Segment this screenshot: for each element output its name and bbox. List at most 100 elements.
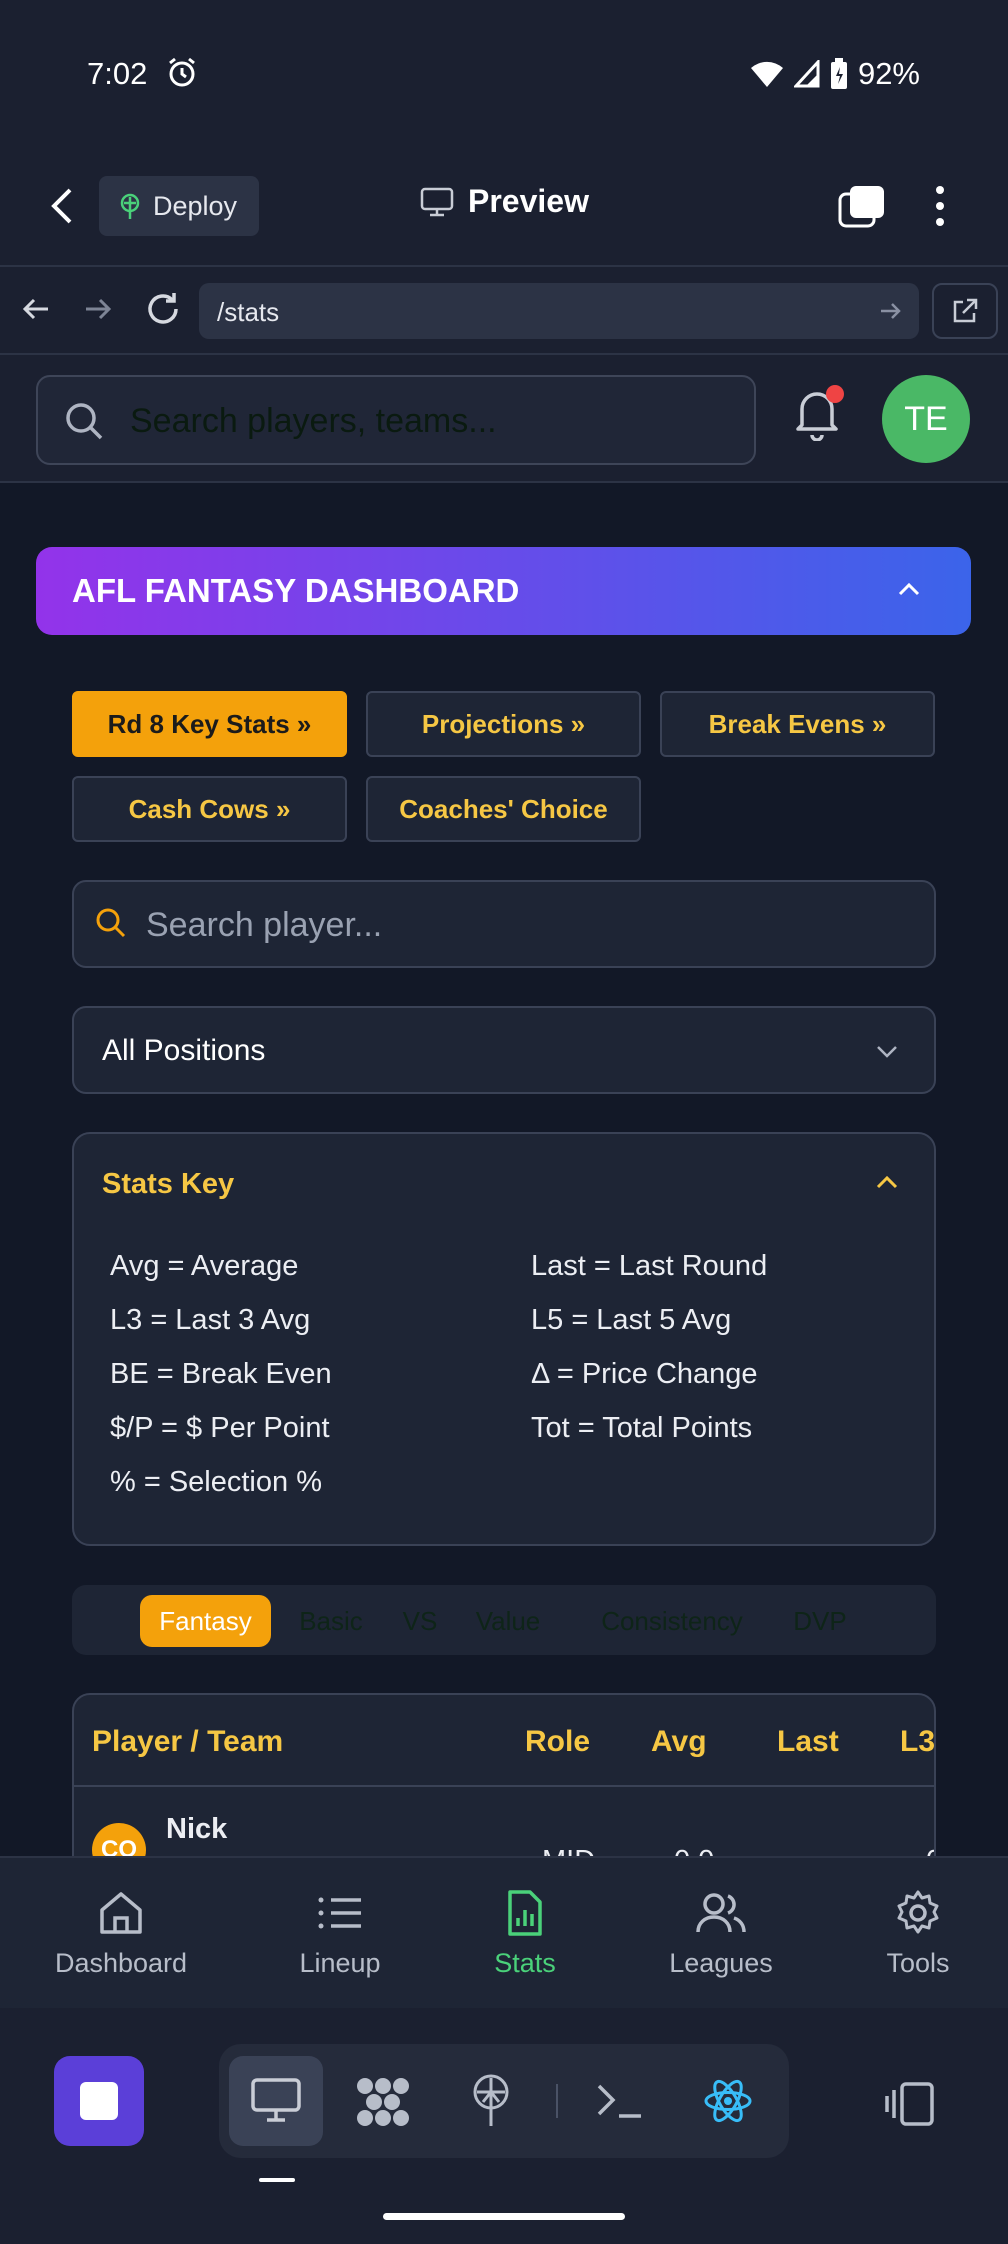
header-last[interactable]: Last [777, 1725, 839, 1759]
stats-key-item: % = Selection % [110, 1466, 322, 1498]
stats-table: Player / Team Role Avg Last L3 CO Nick M… [72, 1693, 936, 1857]
bottom-nav: Dashboard Lineup Stats Leagues Tools [0, 1856, 1008, 2008]
nav-label: Dashboard [54, 1948, 188, 1978]
stop-icon [80, 2082, 118, 2120]
global-search[interactable] [36, 375, 756, 465]
search-icon [96, 908, 126, 938]
stats-key-item: Avg = Average [110, 1250, 299, 1282]
alarm-icon [169, 57, 195, 87]
preview-title: Preview [420, 183, 589, 220]
player-search[interactable] [72, 880, 936, 968]
chevron-down-icon [877, 1046, 897, 1058]
apps-icon[interactable] [355, 2076, 411, 2128]
status-time: 7:02 [87, 56, 148, 91]
dashboard-banner[interactable]: AFL FANTASY DASHBOARD [36, 547, 971, 635]
player-name[interactable]: Nick [166, 1813, 227, 1846]
notification-dot [826, 385, 844, 403]
chip-cash-cows[interactable]: Cash Cows » [72, 776, 347, 842]
more-vert-icon[interactable] [926, 182, 954, 230]
header-divider [74, 1785, 934, 1787]
gesture-bar [383, 2213, 625, 2220]
wifi-icon [750, 61, 783, 87]
stats-key-item: Last = Last Round [531, 1250, 768, 1282]
nav-label: Tools [886, 1948, 950, 1978]
chevron-up-icon[interactable] [874, 1170, 900, 1196]
battery-icon [830, 58, 847, 89]
chip-key-stats[interactable]: Rd 8 Key Stats » [72, 691, 347, 757]
header-role[interactable]: Role [525, 1725, 590, 1759]
tab-fantasy[interactable]: Fantasy [140, 1595, 271, 1647]
stats-key-item: $/P = $ Per Point [110, 1412, 330, 1444]
reload-icon[interactable] [144, 290, 182, 328]
external-link-icon [953, 298, 978, 323]
users-icon [696, 1893, 746, 1933]
signal-icon [793, 60, 820, 88]
header-avg[interactable]: Avg [651, 1725, 707, 1759]
tab-dvp[interactable]: DVP [780, 1595, 860, 1647]
chart-icon [508, 1890, 542, 1936]
global-search-input[interactable] [130, 399, 730, 443]
site-header: TE [0, 357, 1008, 483]
layout-toggle-icon[interactable] [884, 2082, 936, 2126]
monitor-icon [420, 187, 454, 216]
position-select[interactable]: All Positions [72, 1006, 936, 1094]
player-search-input[interactable] [146, 904, 906, 946]
header-l3[interactable]: L3 [900, 1725, 934, 1759]
gear-icon [897, 1890, 939, 1934]
chip-projections[interactable]: Projections » [366, 691, 641, 757]
chip-break-evens[interactable]: Break Evens » [660, 691, 935, 757]
home-icon [100, 1892, 142, 1934]
status-indicators: 92% [750, 56, 920, 92]
deploy-icon [120, 193, 140, 219]
stats-key-item: BE = Break Even [110, 1358, 332, 1390]
deploy-label: Deploy [153, 190, 238, 221]
nav-stats[interactable]: Stats [445, 1888, 605, 1979]
stats-key-panel: Stats Key Avg = Average Last = Last Roun… [72, 1132, 936, 1546]
nav-label: Stats [494, 1948, 556, 1978]
nav-lineup[interactable]: Lineup [260, 1888, 420, 1979]
browser-back-icon[interactable] [20, 293, 52, 325]
nav-leagues[interactable]: Leagues [641, 1888, 801, 1979]
header-player-team[interactable]: Player / Team [92, 1725, 283, 1759]
battery-percent: 92% [857, 56, 920, 91]
nav-dashboard[interactable]: Dashboard [41, 1888, 201, 1979]
tab-vs[interactable]: VS [390, 1595, 450, 1647]
chevron-up-icon [898, 582, 920, 596]
web-content: TE AFL FANTASY DASHBOARD Rd 8 Key Stats … [0, 357, 1008, 1857]
stop-button[interactable] [54, 2056, 144, 2146]
deploy-button[interactable]: Deploy [99, 176, 259, 236]
preview-label: Preview [468, 183, 589, 219]
nav-label: Lineup [299, 1948, 381, 1978]
tab-consistency[interactable]: Consistency [592, 1595, 752, 1647]
tab-basic[interactable]: Basic [286, 1595, 376, 1647]
stat-tabs: Fantasy Basic VS Value Consistency DVP [72, 1585, 936, 1655]
avatar[interactable]: TE [882, 375, 970, 463]
nav-label: Leagues [669, 1948, 773, 1978]
open-external-button[interactable] [932, 283, 998, 339]
chip-coaches-choice[interactable]: Coaches' Choice [366, 776, 641, 842]
url-field[interactable]: /stats [199, 283, 919, 339]
react-icon[interactable] [703, 2076, 753, 2126]
search-icon [66, 403, 103, 440]
preview-mode-button[interactable] [229, 2056, 323, 2146]
position-select-value: All Positions [102, 1034, 266, 1067]
monitor-icon [251, 2078, 301, 2122]
stats-key-item: Δ = Price Change [531, 1358, 758, 1390]
stats-key-title: Stats Key [102, 1168, 235, 1200]
tab-value[interactable]: Value [462, 1595, 554, 1647]
back-arrow-icon[interactable] [46, 186, 82, 226]
deploy-icon[interactable] [469, 2072, 513, 2128]
active-indicator [259, 2178, 295, 2182]
nav-tools[interactable]: Tools [838, 1888, 998, 1979]
team-badge: CO [92, 1823, 146, 1857]
stats-key-item: L5 = Last 5 Avg [531, 1304, 732, 1336]
dock-divider [556, 2084, 558, 2118]
tabs-icon[interactable] [838, 184, 886, 228]
go-arrow-icon[interactable] [878, 298, 904, 324]
list-icon [318, 1897, 361, 1929]
banner-title: AFL FANTASY DASHBOARD [72, 572, 520, 609]
stats-key-item: Tot = Total Points [531, 1412, 753, 1444]
browser-forward-icon[interactable] [82, 293, 114, 325]
dock-toolbar [219, 2044, 789, 2158]
terminal-icon[interactable] [595, 2082, 643, 2120]
